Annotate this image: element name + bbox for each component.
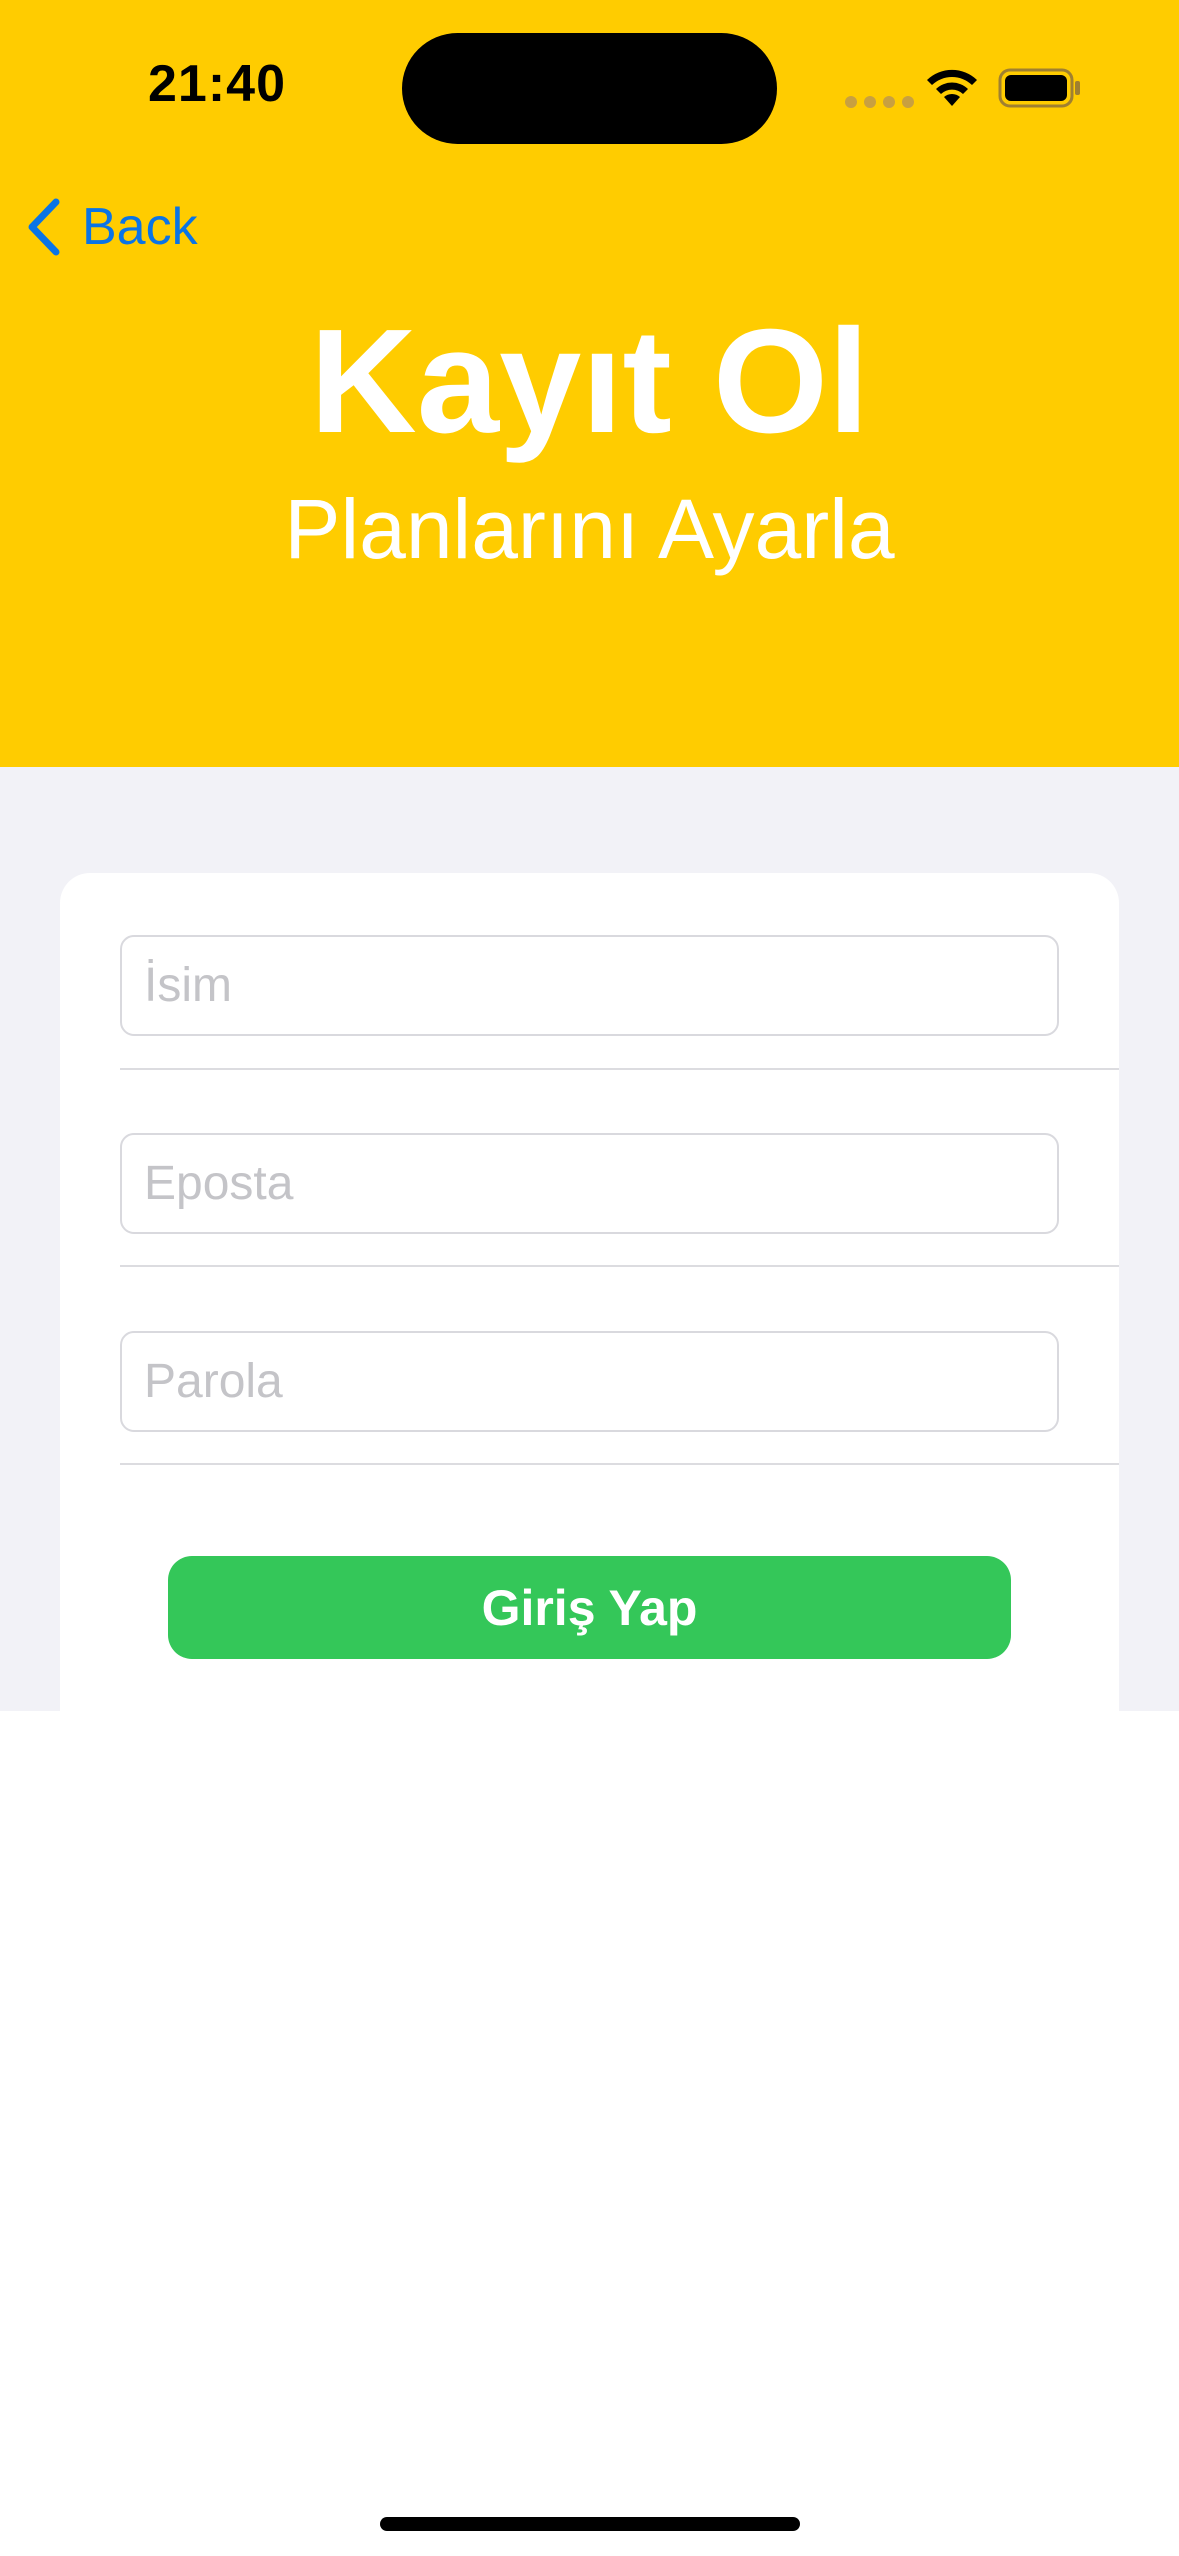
page-title: Kayıt Ol bbox=[309, 299, 870, 464]
password-row-separator bbox=[120, 1463, 1119, 1465]
back-label: Back bbox=[82, 198, 198, 256]
page-subtitle: Planlarını Ayarla bbox=[284, 482, 895, 576]
password-field[interactable] bbox=[120, 1331, 1059, 1432]
email-row-separator bbox=[120, 1265, 1119, 1267]
dynamic-island bbox=[402, 33, 777, 144]
cellular-signal-icon bbox=[845, 96, 914, 108]
battery-icon bbox=[998, 68, 1080, 108]
chevron-left-icon bbox=[28, 198, 60, 256]
name-field[interactable] bbox=[120, 935, 1059, 1036]
wifi-icon bbox=[927, 69, 977, 106]
home-indicator bbox=[380, 2517, 800, 2531]
name-row-separator bbox=[120, 1068, 1119, 1070]
back-button[interactable]: Back bbox=[24, 192, 198, 262]
login-button[interactable]: Giriş Yap bbox=[168, 1556, 1011, 1659]
status-time: 21:40 bbox=[148, 55, 286, 113]
email-field[interactable] bbox=[120, 1133, 1059, 1234]
